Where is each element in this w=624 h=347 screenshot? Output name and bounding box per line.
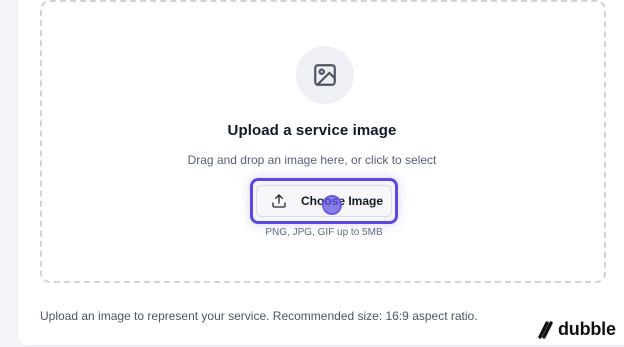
file-format-hint: PNG, JPG, GIF up to 5MB: [265, 227, 383, 238]
help-text: Upload an image to represent your servic…: [40, 309, 478, 323]
image-icon: [314, 64, 336, 86]
image-dropzone[interactable]: [40, 0, 606, 283]
choose-image-label: Choose Image: [301, 194, 384, 208]
brand-logo: dubble: [538, 319, 616, 340]
cursor-indicator: [322, 195, 342, 215]
upload-title: Upload a service image: [227, 122, 397, 139]
dubble-logo-icon: [538, 320, 553, 339]
upload-icon: [272, 194, 286, 208]
image-placeholder-badge: [296, 46, 354, 104]
brand-name: dubble: [558, 319, 616, 339]
upload-subtitle: Drag and drop an image here, or click to…: [187, 153, 437, 167]
